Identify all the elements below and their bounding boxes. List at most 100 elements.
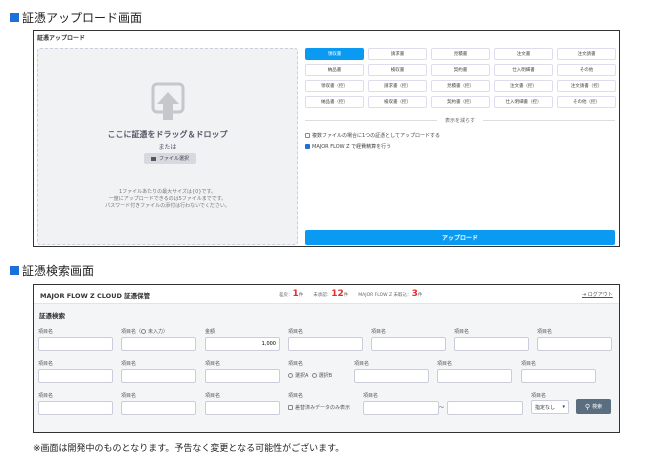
field-label: 項目名 — [288, 393, 304, 399]
field-label: 項目名 — [288, 329, 304, 335]
unentered-label: 項目名（ 未入力） — [121, 328, 168, 335]
panel-title: 証憑アップロード — [37, 35, 86, 42]
range-separator: ～ — [439, 405, 445, 411]
upload-button[interactable]: アップロード — [305, 230, 615, 245]
radio-b-label[interactable]: 選択B — [319, 373, 332, 379]
field-label: 項目名 — [38, 393, 54, 399]
stat-item: 差戻：1件 — [279, 289, 303, 299]
stat-unit: 件 — [417, 293, 423, 298]
radio[interactable] — [141, 329, 147, 334]
upload-panel: 証憑アップロード ここに証憑をドラッグ＆ドロップ または ファイル選択 1ファイ… — [33, 30, 620, 247]
field-label: 項目名 — [437, 361, 453, 367]
stat-label: MAJOR FLOW Z 未取込： — [358, 293, 412, 298]
note-line: 1ファイルあたりの最大サイズは{0}です。 — [118, 189, 217, 195]
radio-a-label[interactable]: 選択A — [295, 373, 308, 379]
section-title-text: 証憑アップロード画面 — [22, 11, 143, 25]
square-bullet-icon — [10, 266, 19, 275]
or-text: または — [158, 144, 177, 151]
logout-label: ログアウト — [587, 292, 613, 298]
doc-type-button[interactable]: 納品書（控） — [305, 96, 364, 108]
search-button[interactable]: ⚲ 検索 — [576, 399, 611, 414]
search-field-input[interactable] — [205, 401, 280, 415]
checkbox-checked[interactable] — [305, 144, 310, 149]
filter-select[interactable]: 指定なし ▾ — [531, 400, 569, 414]
search-field-input[interactable] — [363, 401, 439, 415]
stat-item: 未承認：12件 — [313, 289, 348, 299]
stat-label: 未承認： — [313, 293, 332, 298]
search-field-input[interactable] — [38, 369, 113, 383]
search-field-input[interactable] — [371, 337, 446, 351]
field-label: 項目名 — [288, 361, 304, 367]
stat-count: 12 — [331, 289, 344, 299]
doc-type-button[interactable]: 契約書 — [431, 64, 490, 76]
doc-type-button[interactable]: 仕入明細書（控） — [494, 96, 553, 108]
doc-type-button[interactable]: 注文書 — [494, 48, 553, 60]
doc-type-button[interactable]: 注文書（控） — [494, 80, 553, 92]
doc-type-button[interactable]: その他（控） — [557, 96, 616, 108]
search-field-input[interactable] — [205, 369, 280, 383]
search-field-input[interactable] — [38, 401, 113, 415]
section-title-text: 証憑検索画面 — [22, 264, 95, 278]
show-less-divider[interactable]: 表示を減らす — [305, 116, 615, 124]
field-label: 項目名 — [531, 393, 547, 399]
doc-type-button[interactable]: その他 — [557, 64, 616, 76]
doc-type-button[interactable]: 検収書 — [368, 64, 427, 76]
field-label: 項目名 — [371, 329, 387, 335]
search-field-input[interactable] — [354, 369, 429, 383]
option-multi-file[interactable]: 複数ファイルの場合に1つの証憑としてアップロードする — [305, 132, 440, 139]
doc-type-button[interactable]: 納品書 — [305, 64, 364, 76]
field-label: 項目名 — [121, 361, 137, 367]
field-label: 項目名 — [38, 361, 54, 367]
search-field-input[interactable] — [447, 401, 523, 415]
square-bullet-icon — [10, 13, 19, 22]
search-icon: ⚲ — [584, 402, 591, 411]
amount-label: 金額 — [205, 329, 216, 335]
search-section-title: 証憑検索画面 — [10, 262, 94, 279]
field-label: 項目名 — [454, 329, 470, 335]
doc-type-button[interactable]: 注文請書 — [557, 48, 616, 60]
doc-type-button[interactable]: 注文請書（控） — [557, 80, 616, 92]
checkbox[interactable] — [288, 405, 293, 410]
search-field-input[interactable] — [121, 337, 196, 351]
checkbox[interactable] — [305, 133, 310, 138]
search-field-input[interactable] — [437, 369, 512, 383]
field-label: 項目名 — [121, 393, 137, 399]
show-less-link[interactable]: 表示を減らす — [445, 117, 475, 124]
search-field-input[interactable] — [537, 337, 612, 351]
file-select-label: ファイル選択 — [158, 156, 189, 162]
doc-type-button[interactable]: 請求書 — [368, 48, 427, 60]
option-expense[interactable]: MAJOR FLOW Z で経費精算を行う — [305, 143, 391, 150]
doc-type-button[interactable]: 領収書（控） — [305, 80, 364, 92]
field-label: 項目名 — [38, 329, 54, 335]
amount-input[interactable] — [205, 337, 280, 351]
radio[interactable] — [288, 373, 293, 378]
approved-only-option[interactable]: 差替済みデータのみ表示 — [288, 404, 350, 411]
app-header: MAJOR FLOW Z CLOUD 証憑保管 差戻：1件 未承認：12件 MAJO… — [34, 285, 619, 304]
search-button-label: 検索 — [592, 404, 603, 410]
search-field-input[interactable] — [38, 337, 113, 351]
chevron-down-icon: ▾ — [562, 404, 565, 410]
option-label: 差替済みデータのみ表示 — [295, 405, 351, 411]
search-field-input[interactable] — [121, 401, 196, 415]
doc-type-button[interactable]: 見積書 — [431, 48, 490, 60]
doc-type-button[interactable]: 見積書（控） — [431, 80, 490, 92]
field-label: 項目名 — [363, 393, 379, 399]
logout-link[interactable]: ⇥ ログアウト — [582, 291, 613, 298]
doc-type-button[interactable]: 仕入明細書 — [494, 64, 553, 76]
search-field-input[interactable] — [521, 369, 596, 383]
drop-text: ここに証憑をドラッグ＆ドロップ — [107, 130, 228, 139]
radio[interactable] — [311, 373, 317, 378]
doc-type-button[interactable]: 契約書（控） — [431, 96, 490, 108]
stat-unit: 件 — [298, 293, 304, 298]
search-field-input[interactable] — [121, 369, 196, 383]
doc-type-button[interactable]: 領収書 — [305, 48, 364, 60]
search-field-input[interactable] — [288, 337, 363, 351]
drop-zone[interactable]: ここに証憑をドラッグ＆ドロップ または ファイル選択 1ファイルあたりの最大サイ… — [37, 48, 298, 245]
doc-type-button[interactable]: 検収書（控） — [368, 96, 427, 108]
search-field-input[interactable] — [454, 337, 529, 351]
file-select-button[interactable]: ファイル選択 — [144, 153, 196, 164]
stats-bar: 差戻：1件 未承認：12件 MAJOR FLOW Z 未取込：3件 — [279, 289, 422, 299]
radio-group: 選択A 選択B — [288, 372, 332, 379]
label-text: 未入力） — [148, 329, 169, 335]
doc-type-button[interactable]: 請求書（控） — [368, 80, 427, 92]
